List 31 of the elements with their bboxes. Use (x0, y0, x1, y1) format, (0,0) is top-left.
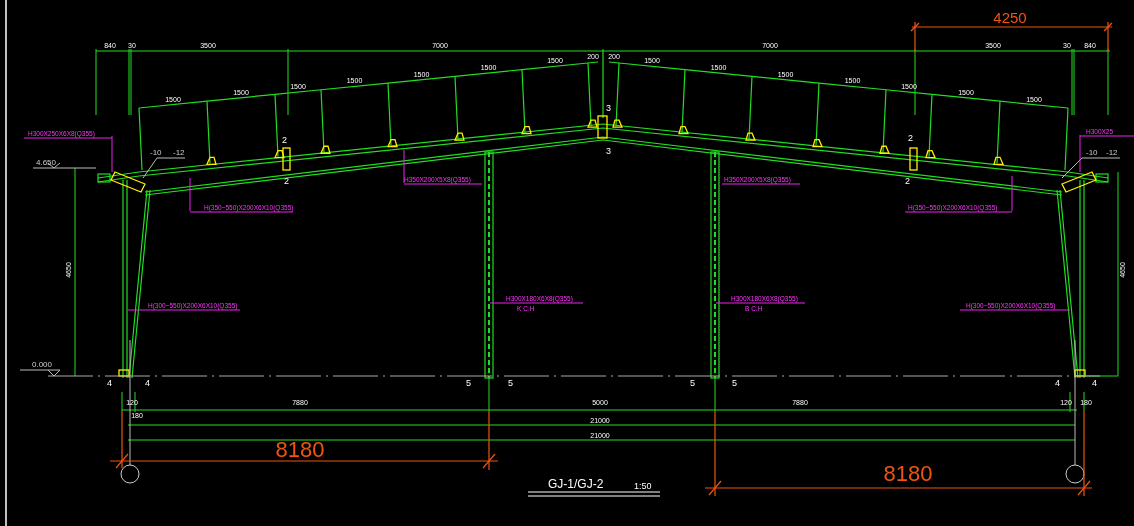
section-mark: 3 (606, 146, 611, 156)
section-mark: 2 (284, 176, 289, 186)
section-mark: 5 (466, 378, 471, 388)
section-mark: 4 (107, 378, 112, 388)
elevation-mark (19, 369, 61, 377)
title-label: GJ-1/GJ-2 (548, 477, 604, 491)
slope-label: -10 (150, 148, 162, 157)
section-mark: 5 (732, 378, 737, 388)
slope-leader-line (1061, 157, 1121, 179)
elevation-label: 0.000 (32, 360, 53, 369)
axis-bubble (120, 464, 140, 484)
slope-leader-line (142, 157, 186, 179)
section-mark: 3 (606, 103, 611, 113)
section-mark: 2 (908, 133, 913, 143)
elevation-label: 4.650 (36, 158, 57, 167)
section-mark: 4 (145, 378, 150, 388)
elevation-mark (32, 162, 97, 169)
section-mark: 5 (690, 378, 695, 388)
section-mark: 4 (1055, 378, 1060, 388)
scale-label: 1:50 (634, 481, 652, 491)
dimension-label: 8180 (883, 461, 933, 486)
slope-label: -12 (1106, 148, 1118, 157)
section-mark: 5 (508, 378, 513, 388)
slope-label: -10 (1086, 148, 1098, 157)
section-mark: 4 (1092, 378, 1097, 388)
axis-bubble (1065, 464, 1085, 484)
dimension-label: 8180 (275, 437, 325, 462)
section-mark: 2 (905, 176, 910, 186)
section-mark: 2 (282, 135, 287, 145)
slope-label: -12 (173, 148, 185, 157)
dimension-label: 4250 (993, 9, 1027, 26)
